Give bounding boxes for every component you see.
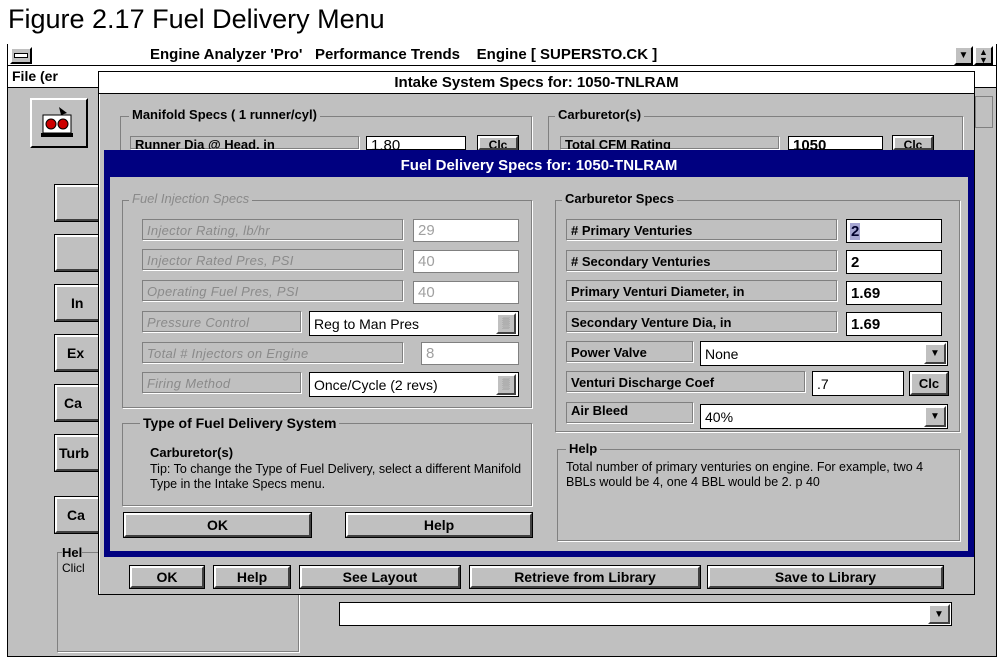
figure-caption: Figure 2.17 Fuel Delivery Menu bbox=[8, 4, 385, 34]
primary-venturi-dia-label: Primary Venturi Diameter, in bbox=[566, 280, 838, 302]
toolbar-engine-icon[interactable] bbox=[30, 98, 88, 148]
intake-carb-frame-title: Carburetor(s) bbox=[555, 107, 645, 122]
injector-rating-label: Injector Rating, lb/hr bbox=[142, 219, 404, 241]
runner-dia-label: Runner Dia @ Head, in bbox=[130, 136, 360, 150]
injector-pres-input[interactable]: 40 bbox=[413, 250, 519, 273]
main-window-title: Engine Analyzer 'Pro' Performance Trends… bbox=[150, 46, 658, 63]
power-valve-arrow[interactable]: ▼ bbox=[924, 343, 946, 364]
fuel-injection-frame-title: Fuel Injection Specs bbox=[129, 191, 253, 206]
injector-rating-input[interactable]: 29 bbox=[413, 219, 519, 242]
pressure-control-label: Pressure Control bbox=[142, 311, 302, 333]
power-valve-label: Power Valve bbox=[566, 341, 694, 363]
runner-clc-button[interactable]: Clc bbox=[477, 135, 519, 151]
runner-dia-input[interactable]: 1.80 bbox=[366, 136, 466, 150]
secondary-venturi-dia-input[interactable]: 1.69 bbox=[846, 312, 942, 336]
primary-venturies-label: # Primary Venturies bbox=[566, 219, 838, 241]
air-bleed-select[interactable]: 40% bbox=[700, 404, 948, 429]
primary-venturi-dia-input[interactable]: 1.69 bbox=[846, 281, 942, 305]
fuel-help-title: Help bbox=[566, 441, 601, 456]
primary-venturies-input[interactable]: 2 bbox=[846, 219, 942, 243]
total-cfm-input[interactable]: 1050 bbox=[788, 136, 883, 150]
total-cfm-label: Total CFM Rating bbox=[560, 136, 780, 150]
pressure-control-arrow[interactable]: ▒ bbox=[496, 313, 516, 334]
secondary-venturi-dia-label: Secondary Venture Dia, in bbox=[566, 311, 838, 333]
discharge-coef-input[interactable]: .7 bbox=[812, 371, 904, 396]
air-bleed-arrow[interactable]: ▼ bbox=[924, 406, 946, 427]
main-bottom-dropdown-arrow[interactable]: ▼ bbox=[928, 604, 950, 624]
total-injectors-label: Total # Injectors on Engine bbox=[142, 342, 404, 364]
discharge-clc-button[interactable]: Clc bbox=[909, 371, 949, 396]
injector-pres-label: Injector Rated Pres, PSI bbox=[142, 249, 404, 271]
primary-venturies-selection bbox=[850, 223, 860, 240]
secondary-venturies-input[interactable]: 2 bbox=[846, 250, 942, 274]
carb-specs-frame-title: Carburetor Specs bbox=[562, 191, 678, 206]
fuel-type-carb-label: Carburetor(s) bbox=[150, 445, 234, 460]
see-layout-button[interactable]: See Layout bbox=[299, 565, 461, 589]
firing-method-label: Firing Method bbox=[142, 372, 302, 394]
intake-ok-button[interactable]: OK bbox=[129, 565, 205, 589]
right-toolbar-slot bbox=[975, 96, 993, 128]
minimize-button[interactable]: ▼ bbox=[954, 46, 973, 65]
fuel-help-button[interactable]: Help bbox=[345, 512, 533, 538]
restore-button[interactable]: ▲ ▼ bbox=[974, 46, 993, 65]
total-injectors-input[interactable]: 8 bbox=[421, 342, 519, 365]
air-bleed-label: Air Bleed bbox=[566, 402, 694, 424]
system-menu-button[interactable] bbox=[10, 47, 32, 64]
discharge-coef-label: Venturi Discharge Coef bbox=[566, 371, 806, 393]
firing-method-arrow[interactable]: ▒ bbox=[496, 374, 516, 395]
pressure-control-select[interactable]: Reg to Man Pres bbox=[309, 311, 519, 336]
fuel-help-text: Total number of primary venturies on eng… bbox=[566, 460, 924, 489]
intake-dialog-titlebar: Intake System Specs for: 1050-TNLRAM bbox=[99, 72, 974, 94]
fuel-type-tip: Tip: To change the Type of Fuel Delivery… bbox=[150, 462, 522, 491]
power-valve-select[interactable]: None bbox=[700, 341, 948, 366]
save-library-button[interactable]: Save to Library bbox=[707, 565, 944, 589]
operating-pres-label: Operating Fuel Pres, PSI bbox=[142, 280, 404, 302]
manifold-frame-title: Manifold Specs ( 1 runner/cyl) bbox=[129, 107, 320, 122]
main-help-text: Clicl bbox=[62, 561, 85, 575]
fuel-type-frame-title: Type of Fuel Delivery System bbox=[140, 415, 340, 431]
operating-pres-input[interactable]: 40 bbox=[413, 281, 519, 304]
retrieve-library-button[interactable]: Retrieve from Library bbox=[469, 565, 701, 589]
firing-method-select[interactable]: Once/Cycle (2 revs) bbox=[309, 372, 519, 397]
fuel-ok-button[interactable]: OK bbox=[123, 512, 312, 538]
secondary-venturies-label: # Secondary Venturies bbox=[566, 250, 838, 272]
main-bottom-dropdown[interactable] bbox=[339, 602, 952, 626]
fuel-dialog-titlebar: Fuel Delivery Specs for: 1050-TNLRAM bbox=[110, 154, 968, 176]
main-help-title: Hel bbox=[62, 545, 83, 560]
cfm-clc-button[interactable]: Clc bbox=[892, 135, 934, 151]
menu-file[interactable]: File (er bbox=[12, 68, 58, 84]
intake-help-button[interactable]: Help bbox=[213, 565, 291, 589]
